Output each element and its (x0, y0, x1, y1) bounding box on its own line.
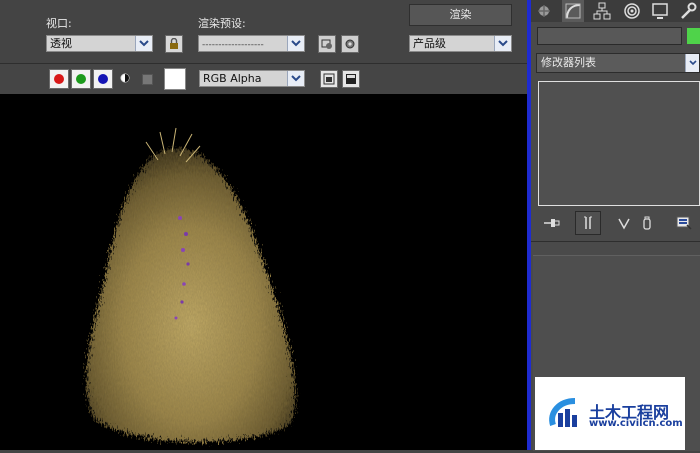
monochrome-toggle-icon[interactable] (142, 74, 153, 85)
chevron-down-icon (685, 54, 699, 72)
blue-dot-icon (98, 74, 108, 84)
command-panel-tabs (531, 0, 700, 22)
modifier-list-dropdown[interactable]: 修改器列表 (536, 53, 700, 73)
configure-sets-icon[interactable] (673, 211, 695, 235)
lock-icon[interactable] (165, 35, 183, 53)
render-preset-label: 渲染预设: (198, 17, 246, 30)
create-tab-icon[interactable] (533, 0, 555, 22)
watermark: 土木工程网 www.civilcn.com (535, 377, 685, 450)
render-preset-value: ------------------- (202, 40, 264, 50)
watermark-logo-icon (549, 398, 577, 427)
watermark-url: www.civilcn.com (589, 418, 683, 429)
toggle-ui-icon[interactable] (342, 70, 360, 88)
render-viewport (0, 94, 527, 450)
red-channel-button[interactable] (49, 69, 69, 89)
render-button[interactable]: 渲染 (409, 4, 512, 26)
render-quality-dropdown[interactable]: 产品级 (409, 35, 512, 52)
show-end-result-icon[interactable] (575, 211, 601, 235)
viewport-label: 视口: (46, 17, 72, 30)
chevron-down-icon (287, 71, 304, 86)
render-quality-value: 产品级 (413, 37, 446, 50)
modifier-list-label: 修改器列表 (541, 56, 596, 69)
toggle-ui-overlay-icon[interactable] (320, 70, 338, 88)
chevron-down-icon (494, 36, 511, 51)
display-channel-dropdown[interactable]: RGB Alpha (199, 70, 305, 87)
remove-modifier-icon[interactable] (637, 211, 657, 235)
utilities-tab-icon[interactable] (677, 0, 699, 22)
hierarchy-tab-icon[interactable] (591, 0, 613, 22)
chevron-down-icon (135, 36, 152, 51)
render-setup-icon[interactable] (318, 35, 336, 53)
object-name-input[interactable] (537, 27, 682, 45)
color-swatch[interactable] (164, 68, 186, 90)
alpha-toggle-icon[interactable] (120, 73, 130, 83)
red-dot-icon (54, 74, 64, 84)
display-tab-icon[interactable] (649, 0, 671, 22)
make-unique-icon[interactable] (613, 211, 635, 235)
modifier-stack-list[interactable] (538, 81, 700, 206)
green-channel-button[interactable] (71, 69, 91, 89)
viewport-value: 透视 (50, 37, 72, 50)
pin-stack-icon[interactable] (541, 211, 563, 235)
render-preset-dropdown[interactable]: ------------------- (198, 35, 305, 52)
modify-tab-icon[interactable] (562, 0, 584, 22)
modifier-stack-toolbar (531, 211, 700, 235)
object-color-swatch[interactable] (687, 28, 700, 44)
viewport-dropdown[interactable]: 透视 (46, 35, 153, 52)
chevron-down-icon (287, 36, 304, 51)
fur-cone-render (86, 127, 296, 442)
display-channel-value: RGB Alpha (203, 72, 262, 85)
panel-separator (531, 241, 700, 242)
environment-gear-icon[interactable] (341, 35, 359, 53)
blue-channel-button[interactable] (93, 69, 113, 89)
motion-tab-icon[interactable] (621, 0, 643, 22)
green-dot-icon (76, 74, 86, 84)
render-frame-toolbar: 视口: 透视 渲染预设: ------------------- 渲染 产品级 (0, 0, 527, 62)
